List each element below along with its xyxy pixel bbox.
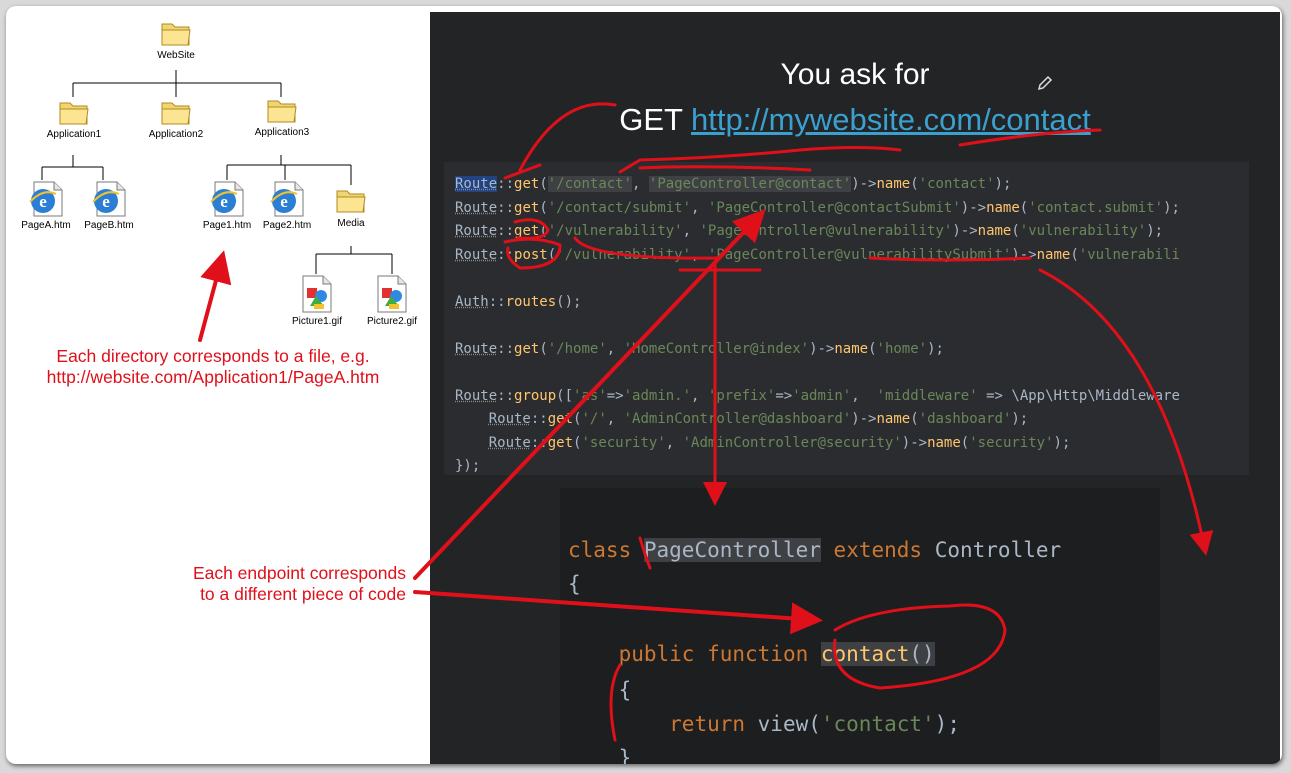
annotation-line: http://website.com/Application1/PageA.ht… — [46, 367, 380, 387]
ie-page-icon: e — [29, 181, 63, 217]
code-line-6: Route::get('/home', 'HomeController@inde… — [455, 341, 944, 357]
tree-label: Page2.htm — [262, 220, 312, 231]
tree-node-application1: Application1 — [39, 97, 109, 140]
gif-file-icon — [302, 275, 332, 313]
tree-label: Picture2.gif — [366, 316, 418, 327]
tree-label: Page1.htm — [202, 220, 252, 231]
folder-icon — [336, 190, 366, 213]
tree-label: Picture1.gif — [291, 316, 343, 327]
folder-icon — [161, 102, 191, 125]
gif-file-icon — [377, 275, 407, 313]
tree-label: Application3 — [254, 127, 310, 138]
tree-label: Media — [337, 218, 365, 229]
video-panel: You ask for GET http://mywebsite.com/con… — [430, 12, 1280, 764]
controller-line-2: { — [568, 572, 581, 596]
annotation-line: Each endpoint corresponds — [192, 563, 406, 583]
pencil-icon — [1037, 75, 1053, 91]
tree-node-application2: Application2 — [140, 97, 212, 140]
tree-node-pagea: e PageA.htm — [16, 180, 76, 231]
folder-icon — [267, 100, 297, 123]
http-method: GET — [619, 102, 683, 137]
code-line-3: Route::get('/vulnerability', 'PageContro… — [455, 223, 1164, 239]
ie-page-icon: e — [210, 181, 244, 217]
controller-line-3: public function contact() — [618, 642, 935, 666]
code-line-7: Route::group(['as'=>'admin.', 'prefix'=>… — [455, 388, 1180, 404]
tree-node-picture1: Picture1.gif — [288, 274, 346, 327]
ie-page-icon: e — [92, 181, 126, 217]
tree-node-website: WebSite — [152, 18, 200, 61]
request-line: GET http://mywebsite.com/contact — [430, 102, 1280, 138]
tree-node-pageb: e PageB.htm — [79, 180, 139, 231]
tree-node-picture2: Picture2.gif — [363, 274, 421, 327]
code-line-10: }); — [455, 458, 481, 474]
endpoint-annotation: Each endpoint corresponds to a different… — [146, 563, 406, 605]
controller-code-editor: class PageController extends Controller … — [560, 488, 1160, 764]
tree-label: PageB.htm — [84, 220, 134, 231]
tree-node-page2: e Page2.htm — [257, 180, 317, 231]
slide-title: You ask for — [780, 58, 930, 91]
tree-label: Application2 — [148, 129, 204, 140]
request-url[interactable]: http://mywebsite.com/contact — [691, 102, 1091, 137]
code-line-2: Route::get('/contact/submit', 'PageContr… — [455, 200, 1180, 216]
controller-line-6: } — [568, 746, 632, 764]
code-line-8: Route::get('/', 'AdminController@dashboa… — [488, 411, 1029, 427]
controller-line-5: return view('contact'); — [669, 712, 960, 736]
tree-label: PageA.htm — [21, 220, 71, 231]
code-line-1: Route::get('/contact', 'PageController@c… — [455, 176, 1012, 192]
tree-node-media: Media — [327, 184, 375, 229]
code-line-5: Auth::routes(); — [455, 294, 582, 310]
tree-node-page1: e Page1.htm — [197, 180, 257, 231]
controller-line-1: class PageController extends Controller — [568, 538, 1062, 562]
folder-icon — [161, 23, 191, 46]
annotation-line: to a different piece of code — [200, 584, 406, 604]
controller-line-4: { — [568, 678, 632, 702]
tree-label: Application1 — [46, 129, 102, 140]
slide-frame: WebSite Application1 Application2 Applic… — [6, 6, 1282, 764]
folder-icon — [59, 102, 89, 125]
code-line-4: Route::post('/vulnerability', 'PageContr… — [455, 247, 1180, 263]
annotation-line: Each directory corresponds to a file, e.… — [56, 346, 370, 366]
tree-label: WebSite — [157, 50, 195, 61]
ie-page-icon: e — [270, 181, 304, 217]
directory-annotation: Each directory corresponds to a file, e.… — [14, 346, 412, 388]
code-line-9: Route::get('security', 'AdminController@… — [488, 435, 1071, 451]
tree-node-application3: Application3 — [246, 95, 318, 138]
routes-code-editor: Route::get('/contact', 'PageController@c… — [444, 162, 1249, 475]
